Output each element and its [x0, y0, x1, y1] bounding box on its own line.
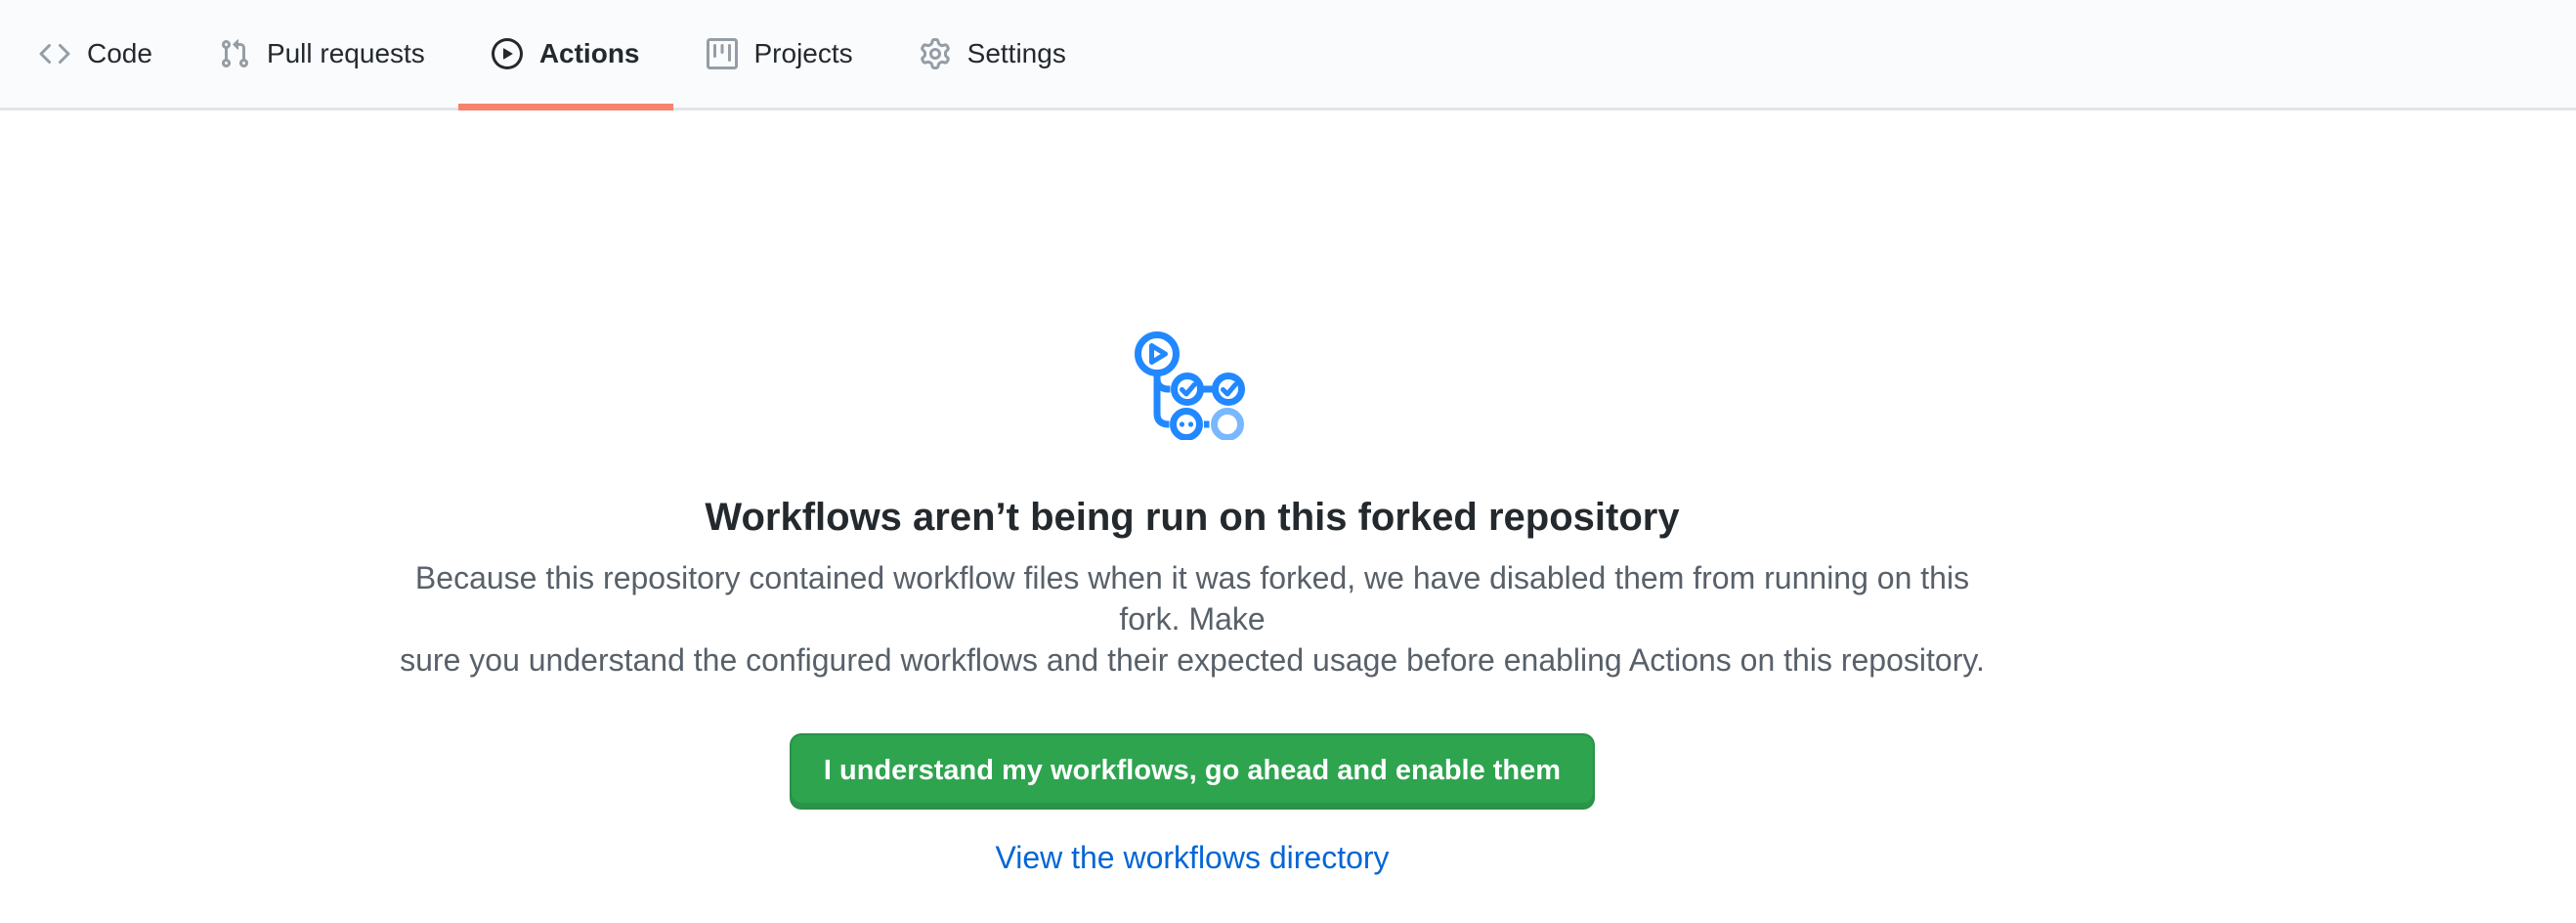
tab-label: Projects — [754, 38, 853, 69]
gear-icon — [920, 38, 951, 69]
description-line-2: sure you understand the configured workf… — [391, 639, 1994, 681]
tab-label: Actions — [539, 38, 640, 69]
tab-code[interactable]: Code — [6, 0, 186, 108]
git-pull-request-icon — [219, 38, 250, 69]
blankslate-description: Because this repository contained workfl… — [391, 557, 1994, 681]
view-workflows-directory-link[interactable]: View the workflows directory — [0, 840, 2384, 876]
blankslate-heading: Workflows aren’t being run on this forke… — [0, 494, 2384, 541]
actions-blankslate: Workflows aren’t being run on this forke… — [0, 110, 2384, 876]
active-tab-underline — [458, 104, 673, 110]
tab-projects[interactable]: Projects — [673, 0, 886, 108]
code-icon — [39, 38, 70, 69]
tab-label: Code — [87, 38, 152, 69]
play-icon — [492, 38, 523, 69]
repo-nav: Code Pull requests Actions Projects Sett… — [0, 0, 2576, 110]
workflow-illustration-icon — [1135, 330, 1250, 440]
description-line-1: Because this repository contained workfl… — [391, 557, 1994, 639]
enable-workflows-button[interactable]: I understand my workflows, go ahead and … — [790, 733, 1595, 810]
tab-label: Settings — [967, 38, 1066, 69]
tab-label: Pull requests — [267, 38, 425, 69]
tab-settings[interactable]: Settings — [886, 0, 1099, 108]
tab-pull-requests[interactable]: Pull requests — [186, 0, 458, 108]
project-icon — [707, 38, 738, 69]
tab-actions[interactable]: Actions — [458, 0, 673, 108]
